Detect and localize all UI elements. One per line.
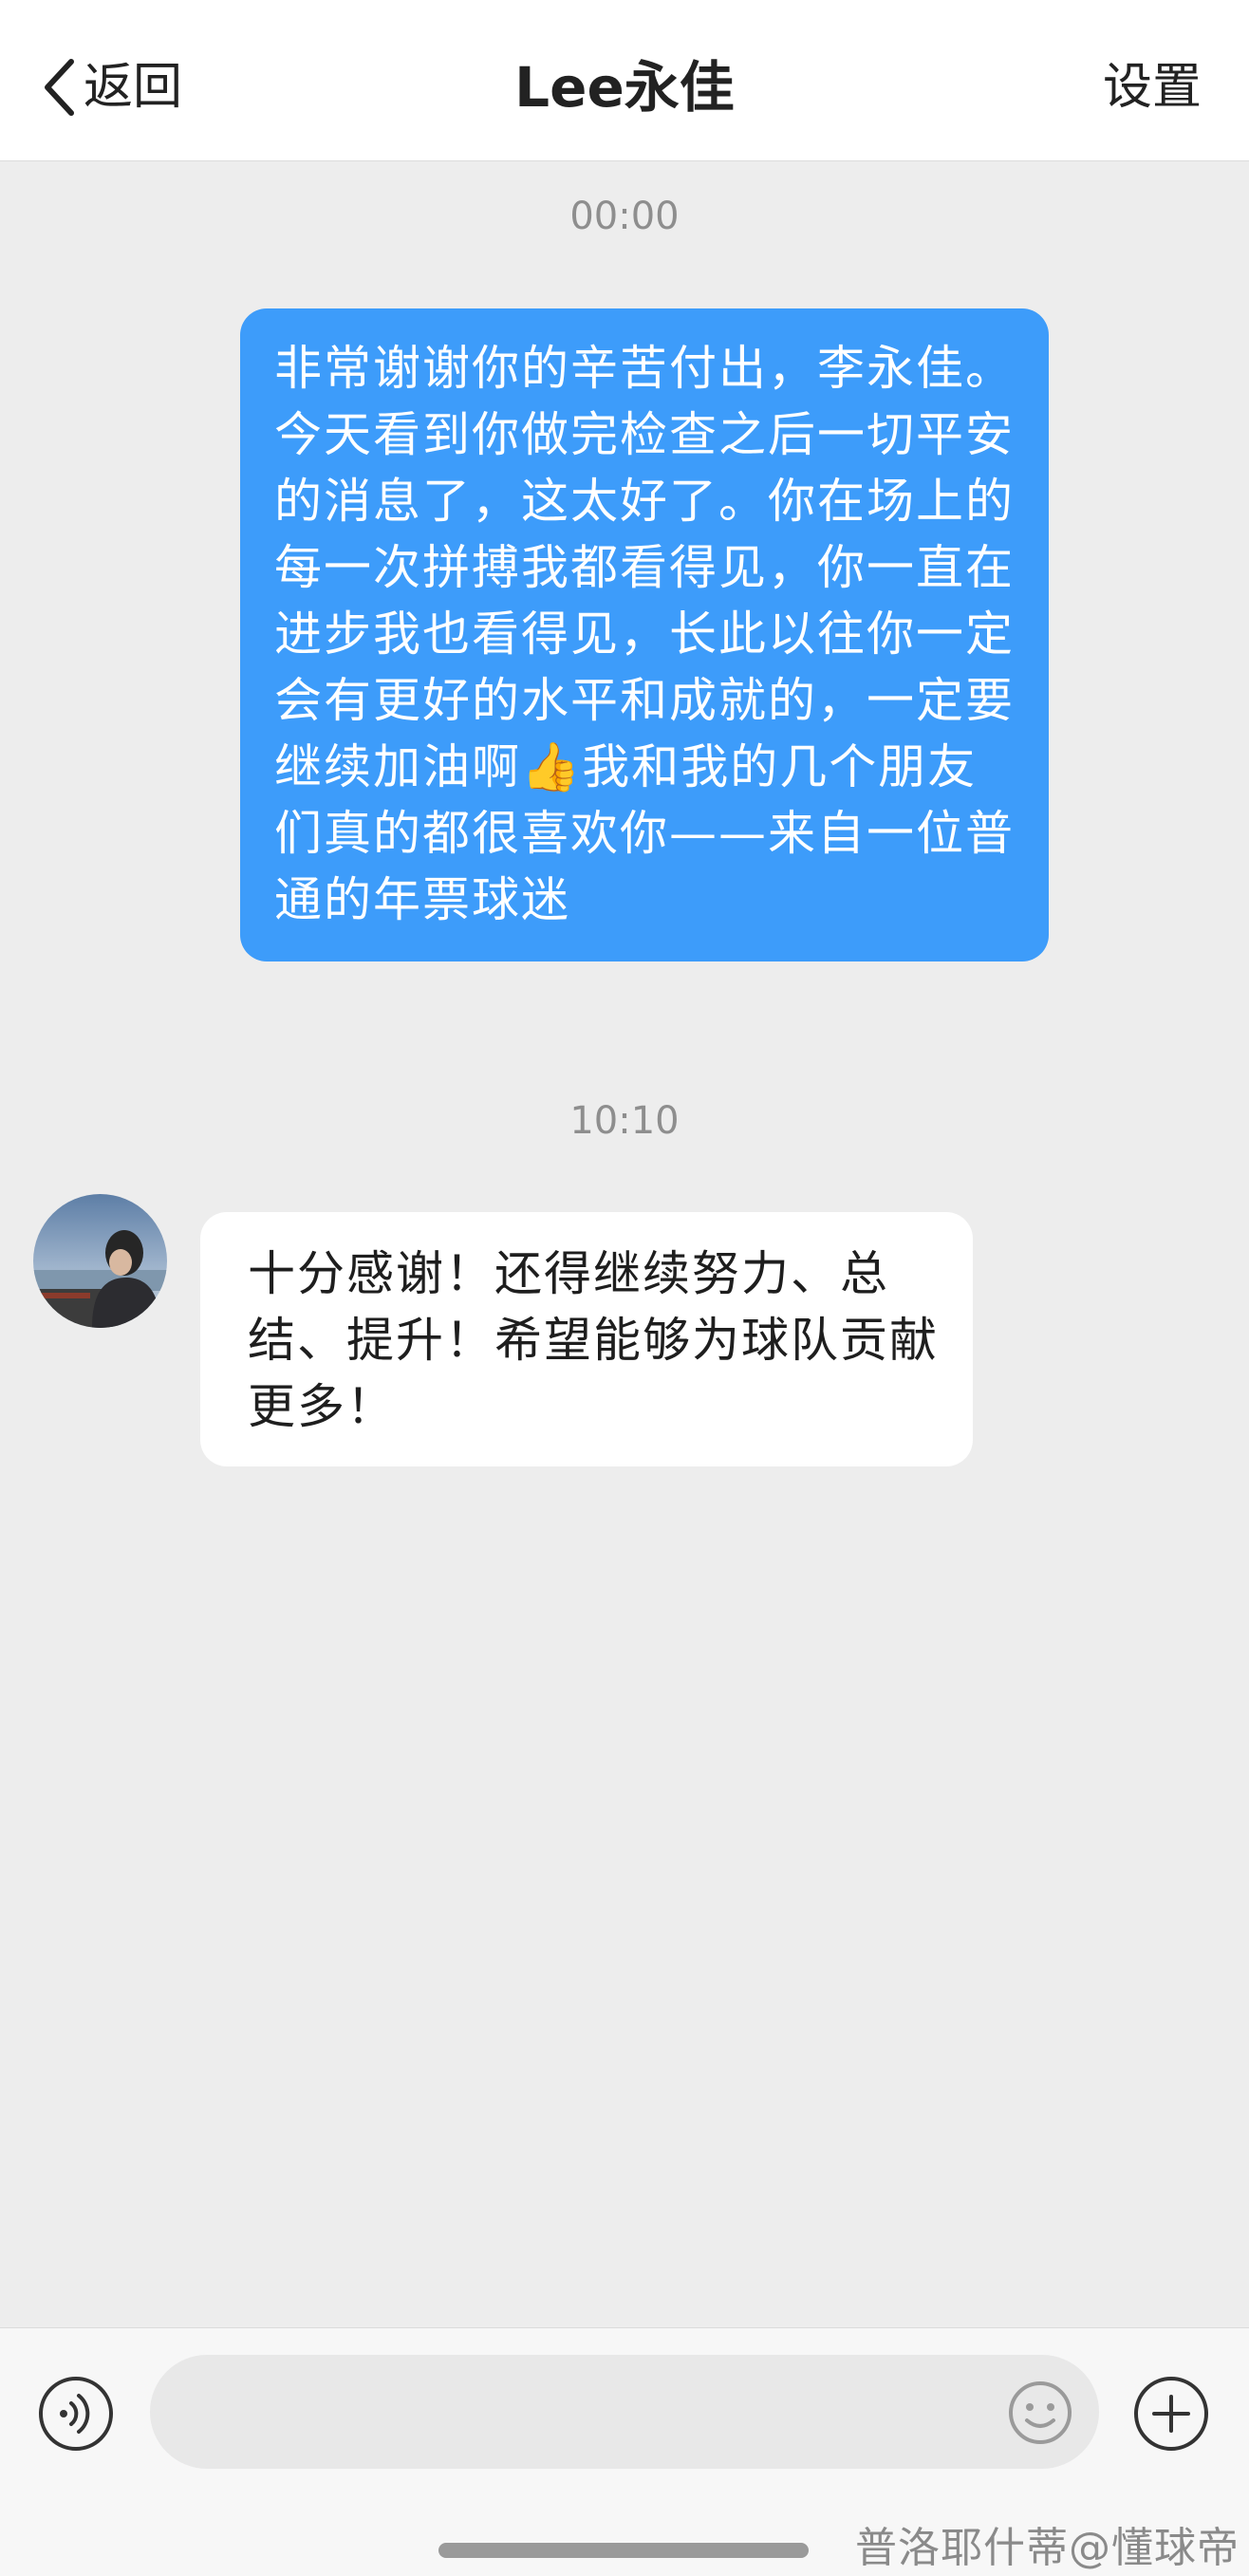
settings-button[interactable]: 设置	[1103, 49, 1202, 125]
avatar-image	[33, 1194, 167, 1328]
outgoing-message-bubble[interactable]: 非常谢谢你的辛苦付出，李永佳。今天看到你做完检查之后一切平安的消息了，这太好了。…	[240, 308, 1049, 961]
message-input[interactable]	[150, 2355, 1099, 2469]
emoji-button[interactable]	[1008, 2380, 1072, 2445]
voice-icon	[39, 2377, 113, 2451]
navigation-bar: 返回 Lee永佳 设置	[0, 0, 1249, 161]
watermark: 普洛耶什蒂@懂球帝	[855, 2524, 1240, 2572]
emoji-icon	[1009, 2381, 1072, 2444]
incoming-message-bubble[interactable]: 十分感谢！还得继续努力、总结、提升！希望能够为球队贡献更多！	[200, 1212, 973, 1466]
message-timestamp: 10:10	[569, 1099, 680, 1143]
chat-title: Lee永佳	[514, 55, 735, 120]
contact-avatar[interactable]	[33, 1194, 167, 1328]
voice-button[interactable]	[38, 2376, 114, 2452]
plus-button[interactable]	[1133, 2376, 1209, 2452]
plus-icon	[1134, 2377, 1208, 2451]
home-indicator	[438, 2543, 809, 2558]
message-timestamp: 00:00	[569, 195, 680, 238]
